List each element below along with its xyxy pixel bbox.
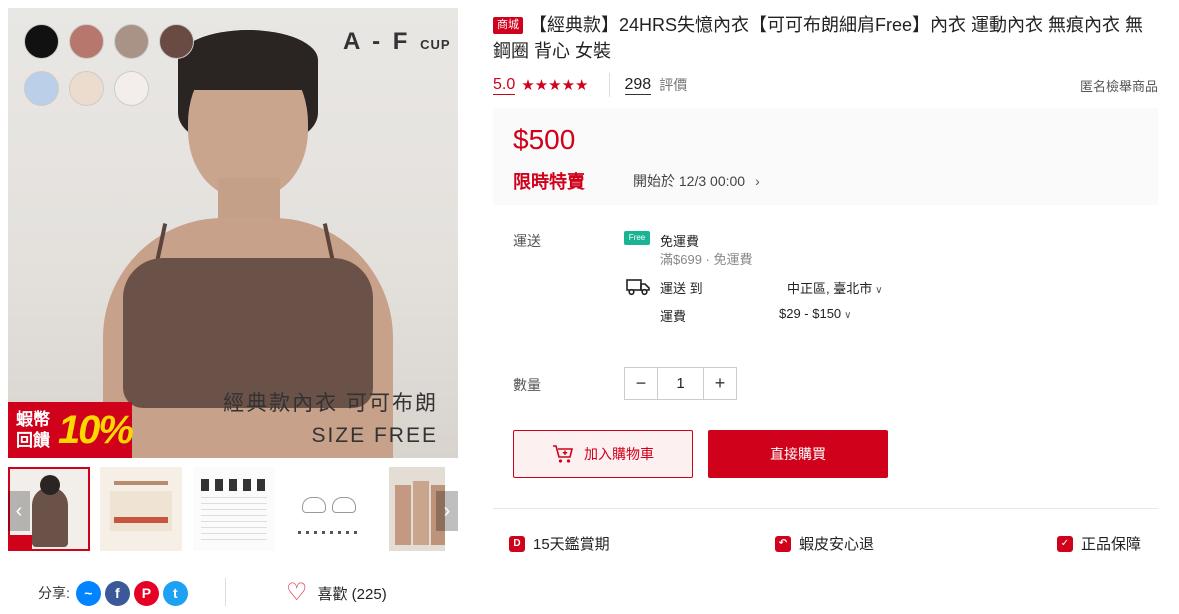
quantity-stepper: − 1 + <box>624 367 737 400</box>
ship-to-label: 運送 到 <box>660 281 703 296</box>
flash-sale-start-text: 開始於 12/3 00:00 <box>633 173 746 189</box>
shipping-fee-label: 運費 <box>660 309 687 324</box>
add-to-cart-button[interactable]: 加入購物車 <box>513 430 693 478</box>
color-swatch <box>159 24 194 59</box>
add-to-cart-label: 加入購物車 <box>584 446 654 462</box>
chevron-down-icon: ∨ <box>844 310 852 321</box>
caption-line: 經典款內衣 可可布朗 <box>223 392 438 415</box>
quantity-input[interactable]: 1 <box>657 368 704 399</box>
shipping-fee-text: $29 - $150 <box>779 306 842 321</box>
report-product-link[interactable]: 匿名檢舉商品 <box>1080 76 1158 95</box>
model-hair-top <box>178 30 318 90</box>
color-swatch <box>69 71 104 106</box>
return-truck-icon: ↶ <box>775 535 791 552</box>
rating-score[interactable]: 5.0 <box>493 76 516 95</box>
color-swatch <box>24 71 59 106</box>
cart-icon <box>553 445 574 463</box>
shipping-destination-text: 中正區, 臺北市 <box>787 281 873 296</box>
truck-icon <box>626 279 650 296</box>
guarantee-label: 蝦皮安心退 <box>799 536 875 553</box>
review-label: 評價 <box>659 77 688 93</box>
share-label: 分享: <box>38 585 70 601</box>
price-section: $500 限時特賣 開始於 12/3 00:00 › <box>493 108 1158 205</box>
quantity-increase-button[interactable]: + <box>704 368 736 399</box>
shipping-label: 運送 <box>513 233 541 249</box>
free-shipping-condition: 滿$699 · 免運費 <box>660 252 753 267</box>
thumbnail-2[interactable] <box>100 467 182 551</box>
quantity-decrease-button[interactable]: − <box>625 368 657 399</box>
pinterest-icon[interactable]: P <box>133 580 159 606</box>
product-title: 商城 【經典款】24HRS失憶內衣【可可布朗細肩Free】內衣 運動內衣 無痕內衣… <box>493 12 1158 64</box>
thumbnail-strip: ‹ › <box>8 467 458 553</box>
guarantee-label: 正品保障 <box>1081 536 1142 553</box>
thumbnail-4[interactable] <box>288 467 370 551</box>
model-bra <box>123 258 373 408</box>
like-count: 喜歡 (225) <box>317 585 387 603</box>
buy-now-button[interactable]: 直接購買 <box>708 430 888 478</box>
cup-size-label: A - F CUP <box>343 28 451 55</box>
main-product-image[interactable]: A - F CUP 經典款內衣 可可布朗 SIZE FREE 蝦幣回饋 10% <box>8 8 458 458</box>
guarantee-label: 15天鑑賞期 <box>533 536 610 553</box>
quantity-label: 數量 <box>513 377 541 393</box>
free-shipping-icon: Free <box>624 231 650 245</box>
review-count[interactable]: 298 <box>624 76 652 95</box>
minus-icon: − <box>635 373 647 393</box>
coin-badge-text: 蝦幣回饋 <box>16 410 50 450</box>
authentic-shield-icon: ✓ <box>1057 535 1073 552</box>
flash-sale-text: 限時特賣 <box>513 172 585 192</box>
rating-row: 5.0 ★★★★★ 298 評價 匿名檢舉商品 <box>493 73 1158 97</box>
chevron-right-icon: › <box>443 500 451 522</box>
chevron-left-icon: ‹ <box>15 500 23 522</box>
flash-sale-start[interactable]: 開始於 12/3 00:00 › <box>633 171 760 191</box>
color-swatch <box>69 24 104 59</box>
color-swatch <box>114 24 149 59</box>
product-price: $500 <box>513 124 576 155</box>
rating-divider <box>608 73 610 97</box>
star-rating-icon: ★★★★★ <box>521 77 589 94</box>
share-like-divider <box>225 578 226 606</box>
guarantee-return-period[interactable]: D 15天鑑賞期 <box>509 533 610 554</box>
color-swatch <box>24 24 59 59</box>
plus-icon: + <box>714 373 726 393</box>
shipping-fee-select[interactable]: $29 - $150 ∨ <box>779 306 852 321</box>
caption-line: SIZE FREE <box>311 424 438 447</box>
free-shipping-title: 免運費 <box>660 234 700 249</box>
facebook-icon[interactable]: f <box>104 580 130 606</box>
color-swatch <box>114 71 149 106</box>
guarantee-authentic[interactable]: ✓ 正品保障 <box>1057 533 1141 554</box>
coin-cashback-badge: 蝦幣回饋 10% <box>8 402 134 458</box>
mall-badge: 商城 <box>493 17 523 34</box>
like-button[interactable]: ♡ 喜歡 (225) <box>286 578 387 608</box>
share-row: 分享: ~ f P t <box>38 578 192 608</box>
product-title-text: 【經典款】24HRS失憶內衣【可可布朗細肩Free】內衣 運動內衣 無痕內衣 無… <box>493 15 1144 61</box>
calendar-check-icon: D <box>509 535 525 552</box>
twitter-icon[interactable]: t <box>162 580 188 606</box>
coin-badge-percent: 10% <box>57 407 134 452</box>
guarantee-safe-return[interactable]: ↶ 蝦皮安心退 <box>775 533 874 554</box>
section-divider <box>493 508 1158 509</box>
messenger-icon[interactable]: ~ <box>75 580 101 606</box>
thumbnail-prev-button[interactable]: ‹ <box>8 491 30 531</box>
thumbnail-next-button[interactable]: › <box>436 491 458 531</box>
image-caption: 經典款內衣 可可布朗 SIZE FREE <box>223 388 438 452</box>
chevron-down-icon: ∨ <box>875 285 883 296</box>
heart-icon: ♡ <box>286 579 308 606</box>
shipping-destination-select[interactable]: 中正區, 臺北市 ∨ <box>787 278 883 297</box>
thumbnail-3[interactable] <box>193 467 275 551</box>
chevron-right-icon: › <box>755 173 760 189</box>
flash-sale-label: 限時特賣 <box>513 168 585 194</box>
